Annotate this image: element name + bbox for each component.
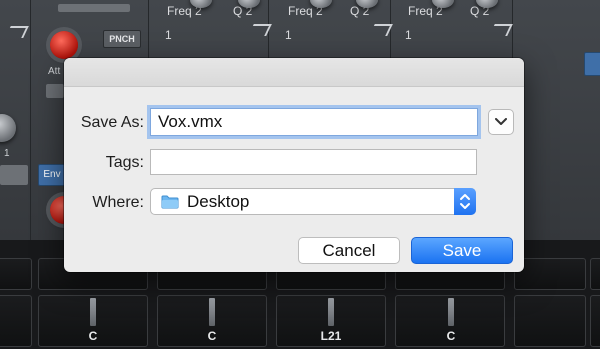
dialog-title-bar — [64, 58, 524, 87]
side-button[interactable] — [0, 165, 28, 185]
attack-knob[interactable] — [50, 31, 78, 59]
value-label: 1 — [4, 148, 10, 159]
where-value: Desktop — [187, 192, 250, 211]
channel-label: C — [88, 329, 98, 343]
pad[interactable] — [0, 258, 32, 290]
expand-dialog-button[interactable] — [488, 109, 514, 135]
save-as-field[interactable]: Vox.vmx — [150, 108, 478, 136]
save-dialog: Save As: Vox.vmx Tags: Where: Desktop Ca… — [64, 58, 524, 272]
small-toggle[interactable] — [46, 84, 64, 98]
channel-label: L21 — [320, 329, 342, 343]
fader-handle[interactable] — [90, 298, 96, 326]
folder-icon — [161, 195, 179, 209]
column-divider — [30, 0, 31, 240]
pad[interactable] — [514, 258, 586, 290]
fader-handle[interactable] — [209, 298, 215, 326]
chevron-down-icon — [495, 118, 507, 125]
save-button[interactable]: Save — [411, 237, 513, 264]
tags-field[interactable] — [150, 149, 477, 175]
channel-fader-slot — [514, 295, 586, 347]
value-label: 1 — [165, 28, 172, 42]
punch-button[interactable]: PNCH — [103, 30, 141, 48]
attack-label: Att — [48, 66, 61, 77]
value-label: 1 — [285, 28, 292, 42]
fader-handle[interactable] — [448, 298, 454, 326]
pad[interactable] — [590, 258, 600, 290]
save-as-label: Save As: — [80, 114, 144, 131]
channel-label: C — [446, 329, 456, 343]
where-popup[interactable]: Desktop — [150, 188, 476, 215]
header-strip — [58, 4, 130, 12]
fader-handle[interactable] — [328, 298, 334, 326]
where-label: Where: — [92, 194, 144, 211]
right-edge-button[interactable] — [584, 52, 600, 76]
channel-fader-slot — [590, 295, 600, 347]
channel-fader-slot — [0, 295, 32, 347]
up-down-stepper-icon — [454, 188, 476, 215]
cancel-button[interactable]: Cancel — [298, 237, 400, 264]
env-button[interactable]: Env — [38, 164, 66, 186]
channel-label: C — [207, 329, 217, 343]
value-label: 1 — [405, 28, 412, 42]
tags-label: Tags: — [105, 154, 144, 171]
